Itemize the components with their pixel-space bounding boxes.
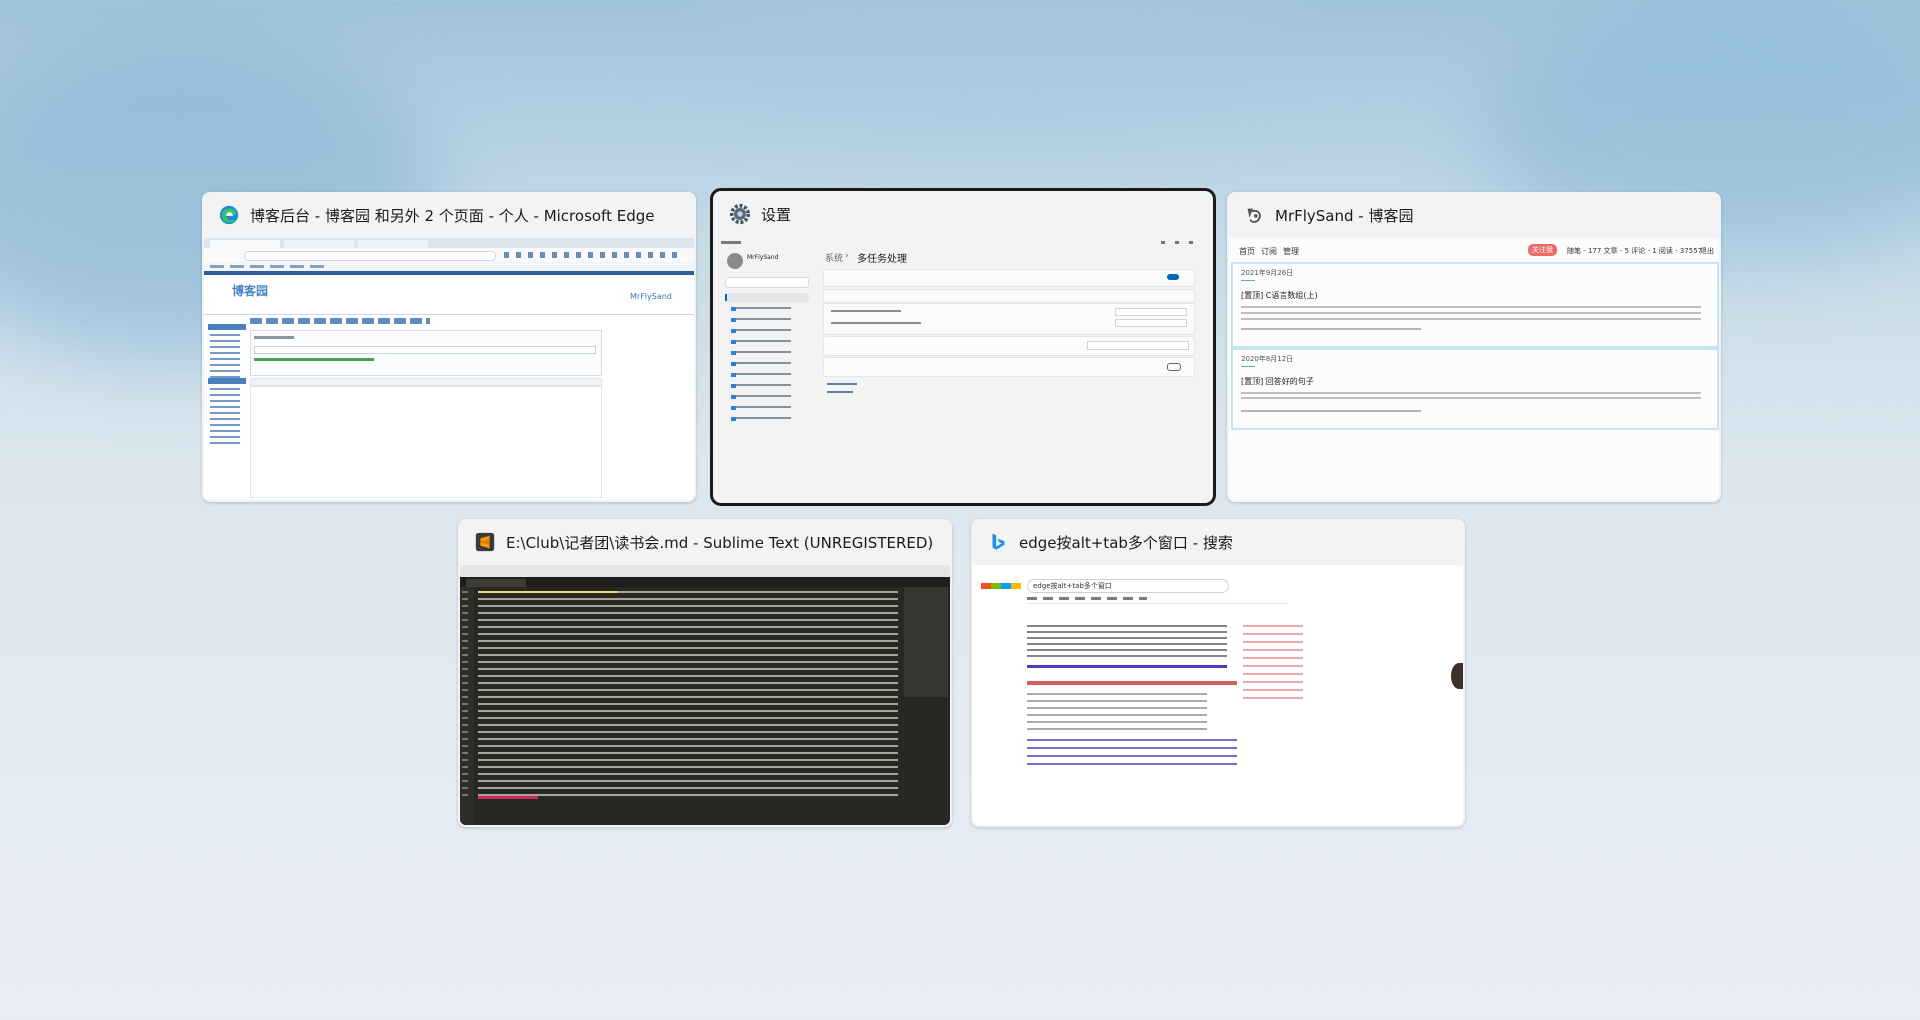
- window-title: E:\Club\记者团\读书会.md - Sublime Text (UNREG…: [506, 533, 934, 552]
- settings-user-name: MrFlySand: [747, 254, 779, 261]
- window-thumbnail: edge按alt+tab多个窗口: [973, 565, 1463, 825]
- logout-link[interactable]: 退出: [1700, 246, 1714, 256]
- blog-nav-home[interactable]: 首页: [1239, 246, 1255, 257]
- blog-icon: [1247, 208, 1261, 223]
- window-thumbnail: 首页 订阅 管理 关注我 随笔 - 177 文章 - 5 评论 - 1 阅读 -…: [1229, 238, 1719, 500]
- post-date: 2020年8月12日: [1241, 355, 1294, 363]
- edge-icon: [219, 205, 239, 225]
- blog-nav-manage[interactable]: 管理: [1283, 246, 1299, 257]
- window-thumbnail: MrFlySand 系统 › 多任务处理: [715, 237, 1211, 501]
- window-card-edge[interactable]: 博客后台 - 博客园 和另外 2 个页面 - 个人 - Microsoft Ed…: [202, 192, 696, 502]
- bing-icon: [992, 533, 1005, 550]
- blog-username: MrFlySand: [630, 292, 672, 301]
- gear-icon: [729, 203, 751, 225]
- wallpaper-blob: [700, 0, 1300, 120]
- follow-button[interactable]: 关注我: [1528, 244, 1557, 256]
- window-card-search[interactable]: edge按alt+tab多个窗口 - 搜索 edge按alt+tab多个窗口: [971, 519, 1465, 827]
- window-title: 博客后台 - 博客园 和另外 2 个页面 - 个人 - Microsoft Ed…: [250, 206, 655, 225]
- window-card-blog[interactable]: MrFlySand - 博客园 首页 订阅 管理 关注我 随笔 - 177 文章…: [1227, 192, 1721, 502]
- breadcrumb-separator: ›: [845, 251, 849, 261]
- page-title: 多任务处理: [857, 254, 907, 265]
- window-thumbnail: [460, 565, 950, 825]
- search-query[interactable]: edge按alt+tab多个窗口: [1033, 581, 1112, 591]
- post-title[interactable]: [置顶] 回答好的句子: [1241, 376, 1314, 387]
- post-date: 2021年9月26日: [1241, 269, 1294, 277]
- sublime-icon: [475, 532, 495, 552]
- window-thumbnail: 博客园 MrFlySand: [204, 238, 694, 500]
- window-card-settings[interactable]: 设置 MrFlySand 系统 › 多任务处理: [710, 188, 1216, 506]
- post-title[interactable]: [置顶] C语言数组(上): [1241, 290, 1318, 301]
- blog-logo: 博客园: [232, 284, 269, 298]
- blog-stats: 随笔 - 177 文章 - 5 评论 - 1 阅读 - 37557: [1567, 247, 1703, 255]
- window-title: MrFlySand - 博客园: [1275, 206, 1414, 225]
- window-card-sublime[interactable]: E:\Club\记者团\读书会.md - Sublime Text (UNREG…: [458, 519, 952, 827]
- window-title: 设置: [761, 205, 792, 224]
- blog-nav-subscribe[interactable]: 订阅: [1261, 246, 1277, 257]
- window-title: edge按alt+tab多个窗口 - 搜索: [1019, 533, 1233, 552]
- breadcrumb-root: 系统: [825, 254, 844, 264]
